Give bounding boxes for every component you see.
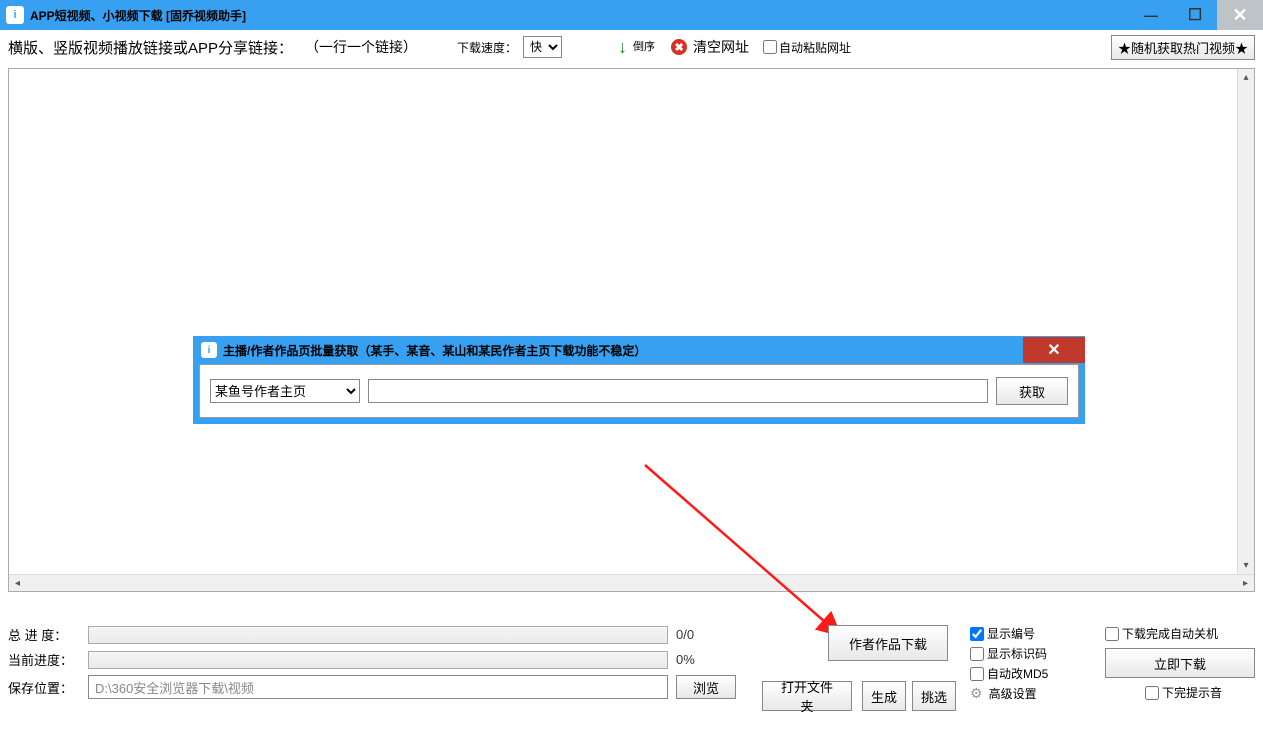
fetch-button[interactable]: 获取 — [996, 377, 1068, 405]
auto-shutdown-checkbox[interactable]: 下载完成自动关机 — [1105, 625, 1218, 642]
advanced-settings-link[interactable]: ⚙高级设置 — [970, 685, 1048, 702]
save-path-input[interactable] — [88, 675, 668, 699]
bottom-panel: 总 进 度： 0/0 当前进度： 0% 保存位置： 浏览 作者作品下载 打开文件… — [8, 625, 1255, 741]
finish-sound-checkbox[interactable]: 下完提示音 — [1145, 684, 1222, 701]
maximize-button[interactable]: ☐ — [1173, 0, 1217, 30]
show-id-checkbox[interactable]: 显示标识码 — [970, 645, 1048, 662]
toolbar: 横版、竖版视频播放链接或APP分享链接： （一行一个链接） 下载速度： 快 ↓ … — [0, 30, 1263, 64]
auto-paste-checkbox[interactable]: 自动粘贴网址 — [763, 39, 851, 56]
author-download-button[interactable]: 作者作品下载 — [828, 625, 948, 661]
browse-button[interactable]: 浏览 — [676, 675, 736, 699]
current-progress-label: 当前进度： — [8, 650, 80, 669]
generate-button[interactable]: 生成 — [862, 681, 906, 711]
source-select[interactable]: 某鱼号作者主页 — [210, 379, 360, 403]
link-label: 横版、竖版视频播放链接或APP分享链接： — [8, 37, 293, 58]
dialog-icon: i — [201, 342, 217, 358]
total-progress-bar — [88, 626, 668, 644]
auto-md5-checkbox[interactable]: 自动改MD5 — [970, 665, 1048, 682]
dialog-body: 某鱼号作者主页 获取 — [199, 364, 1079, 418]
dialog-title: 主播/作者作品页批量获取（某手、某音、某山和某民作者主页下载功能不稳定） — [223, 342, 646, 359]
url-textarea[interactable]: ▴ ▾ ◂ ▸ — [8, 68, 1255, 592]
scroll-up-icon[interactable]: ▴ — [1238, 69, 1254, 86]
speed-select[interactable]: 快 — [523, 36, 562, 58]
titlebar: i APP短视频、小视频下载 [固乔视频助手] — ☐ ✕ — [0, 0, 1263, 30]
gear-icon: ⚙ — [970, 685, 983, 702]
batch-fetch-dialog: i 主播/作者作品页批量获取（某手、某音、某山和某民作者主页下载功能不稳定） ✕… — [193, 336, 1085, 424]
scroll-down-icon[interactable]: ▾ — [1238, 557, 1254, 574]
close-button[interactable]: ✕ — [1217, 0, 1263, 30]
options-column: 显示编号 显示标识码 自动改MD5 ⚙高级设置 — [970, 625, 1048, 702]
current-progress-text: 0% — [676, 652, 695, 667]
author-url-input[interactable] — [368, 379, 988, 403]
right-actions: 下载完成自动关机 立即下载 下完提示音 — [1105, 625, 1255, 701]
scroll-left-icon[interactable]: ◂ — [9, 575, 26, 591]
random-hot-button[interactable]: ★随机获取热门视频★ — [1111, 35, 1255, 60]
scrollbar-horizontal[interactable]: ◂ ▸ — [9, 574, 1254, 591]
link-hint: （一行一个链接） — [305, 37, 417, 57]
current-progress-bar — [88, 651, 668, 669]
clear-url-label[interactable]: 清空网址 — [693, 37, 749, 57]
window-title: APP短视频、小视频下载 [固乔视频助手] — [30, 7, 246, 24]
total-progress-text: 0/0 — [676, 627, 694, 642]
app-icon: i — [6, 6, 24, 24]
dialog-titlebar: i 主播/作者作品页批量获取（某手、某音、某山和某民作者主页下载功能不稳定） ✕ — [193, 336, 1085, 364]
save-path-label: 保存位置： — [8, 678, 80, 697]
clear-icon[interactable]: ✖ — [671, 39, 687, 55]
open-folder-button[interactable]: 打开文件夹 — [762, 681, 852, 711]
dialog-close-button[interactable]: ✕ — [1023, 337, 1085, 363]
minimize-button[interactable]: — — [1129, 0, 1173, 30]
download-now-button[interactable]: 立即下载 — [1105, 648, 1255, 678]
speed-label: 下载速度： — [457, 39, 517, 56]
reverse-label[interactable]: 倒序 — [633, 42, 655, 52]
pick-button[interactable]: 挑选 — [912, 681, 956, 711]
total-progress-label: 总 进 度： — [8, 625, 80, 644]
show-index-checkbox[interactable]: 显示编号 — [970, 625, 1048, 642]
scroll-right-icon[interactable]: ▸ — [1237, 575, 1254, 591]
scrollbar-vertical[interactable]: ▴ ▾ — [1237, 69, 1254, 574]
arrow-down-icon[interactable]: ↓ — [618, 37, 627, 58]
